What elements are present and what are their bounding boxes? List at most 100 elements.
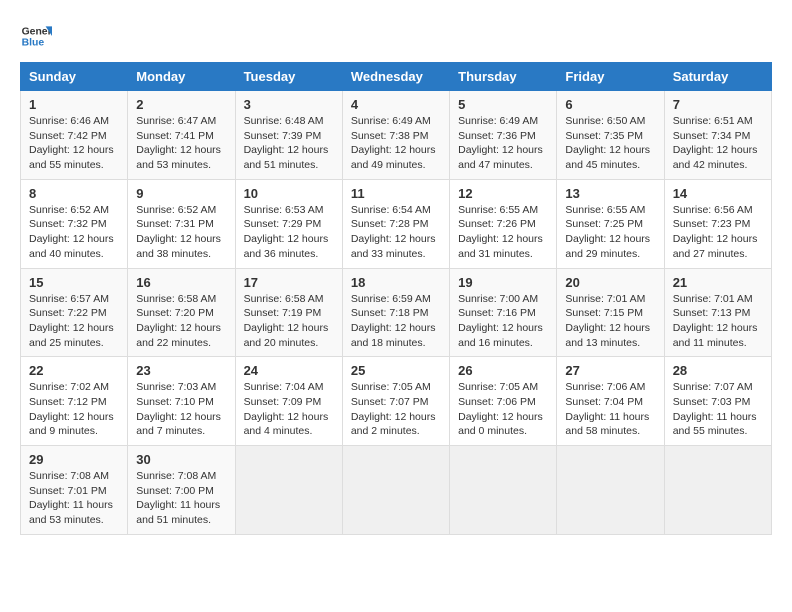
weekday-header: Thursday — [450, 63, 557, 91]
weekday-header: Wednesday — [342, 63, 449, 91]
day-number: 26 — [458, 363, 548, 378]
calendar-cell: 23 Sunrise: 7:03 AM Sunset: 7:10 PM Dayli… — [128, 357, 235, 446]
day-number: 10 — [244, 186, 334, 201]
day-info: Sunrise: 6:54 AM Sunset: 7:28 PM Dayligh… — [351, 203, 441, 262]
day-number: 13 — [565, 186, 655, 201]
weekday-header: Saturday — [664, 63, 771, 91]
day-info: Sunrise: 7:01 AM Sunset: 7:13 PM Dayligh… — [673, 292, 763, 351]
calendar-cell: 7 Sunrise: 6:51 AM Sunset: 7:34 PM Daylig… — [664, 91, 771, 180]
day-info: Sunrise: 7:03 AM Sunset: 7:10 PM Dayligh… — [136, 380, 226, 439]
day-number: 28 — [673, 363, 763, 378]
calendar-cell: 21 Sunrise: 7:01 AM Sunset: 7:13 PM Dayli… — [664, 268, 771, 357]
page-header: General Blue — [20, 20, 772, 52]
calendar-header: SundayMondayTuesdayWednesdayThursdayFrid… — [21, 63, 772, 91]
calendar-table: SundayMondayTuesdayWednesdayThursdayFrid… — [20, 62, 772, 535]
day-number: 25 — [351, 363, 441, 378]
day-info: Sunrise: 6:49 AM Sunset: 7:38 PM Dayligh… — [351, 114, 441, 173]
day-number: 11 — [351, 186, 441, 201]
day-number: 1 — [29, 97, 119, 112]
calendar-cell: 25Sunrise: 7:05 AM Sunset: 7:07 PM Dayli… — [342, 357, 449, 446]
day-info: Sunrise: 6:51 AM Sunset: 7:34 PM Dayligh… — [673, 114, 763, 173]
day-info: Sunrise: 7:08 AM Sunset: 7:00 PM Dayligh… — [136, 469, 226, 528]
day-number: 18 — [351, 275, 441, 290]
calendar-cell: 5Sunrise: 6:49 AM Sunset: 7:36 PM Daylig… — [450, 91, 557, 180]
day-info: Sunrise: 6:48 AM Sunset: 7:39 PM Dayligh… — [244, 114, 334, 173]
day-info: Sunrise: 7:07 AM Sunset: 7:03 PM Dayligh… — [673, 380, 763, 439]
calendar-cell: 27Sunrise: 7:06 AM Sunset: 7:04 PM Dayli… — [557, 357, 664, 446]
weekday-header: Monday — [128, 63, 235, 91]
day-number: 12 — [458, 186, 548, 201]
calendar-cell: 8 Sunrise: 6:52 AM Sunset: 7:32 PM Daylig… — [21, 179, 128, 268]
svg-text:Blue: Blue — [22, 38, 45, 49]
calendar-cell: 6Sunrise: 6:50 AM Sunset: 7:35 PM Daylig… — [557, 91, 664, 180]
calendar-cell — [235, 446, 342, 535]
day-info: Sunrise: 7:01 AM Sunset: 7:15 PM Dayligh… — [565, 292, 655, 351]
calendar-cell: 14 Sunrise: 6:56 AM Sunset: 7:23 PM Dayli… — [664, 179, 771, 268]
calendar-cell — [664, 446, 771, 535]
day-info: Sunrise: 6:58 AM Sunset: 7:20 PM Dayligh… — [136, 292, 226, 351]
day-number: 9 — [136, 186, 226, 201]
calendar-cell — [557, 446, 664, 535]
day-info: Sunrise: 6:55 AM Sunset: 7:26 PM Dayligh… — [458, 203, 548, 262]
logo: General Blue — [20, 20, 52, 52]
weekday-header: Tuesday — [235, 63, 342, 91]
logo-icon: General Blue — [20, 20, 52, 52]
calendar-cell: 4 Sunrise: 6:49 AM Sunset: 7:38 PM Daylig… — [342, 91, 449, 180]
calendar-cell: 15Sunrise: 6:57 AM Sunset: 7:22 PM Dayli… — [21, 268, 128, 357]
calendar-cell: 9 Sunrise: 6:52 AM Sunset: 7:31 PM Daylig… — [128, 179, 235, 268]
day-number: 24 — [244, 363, 334, 378]
calendar-cell: 10 Sunrise: 6:53 AM Sunset: 7:29 PM Dayli… — [235, 179, 342, 268]
day-info: Sunrise: 6:57 AM Sunset: 7:22 PM Dayligh… — [29, 292, 119, 351]
calendar-cell: 30 Sunrise: 7:08 AM Sunset: 7:00 PM Dayli… — [128, 446, 235, 535]
day-info: Sunrise: 6:55 AM Sunset: 7:25 PM Dayligh… — [565, 203, 655, 262]
calendar-week-row: 8 Sunrise: 6:52 AM Sunset: 7:32 PM Daylig… — [21, 179, 772, 268]
day-info: Sunrise: 6:59 AM Sunset: 7:18 PM Dayligh… — [351, 292, 441, 351]
calendar-body: 1 Sunrise: 6:46 AM Sunset: 7:42 PM Daylig… — [21, 91, 772, 535]
day-info: Sunrise: 6:46 AM Sunset: 7:42 PM Dayligh… — [29, 114, 119, 173]
day-number: 22 — [29, 363, 119, 378]
day-info: Sunrise: 6:56 AM Sunset: 7:23 PM Dayligh… — [673, 203, 763, 262]
day-number: 3 — [244, 97, 334, 112]
day-number: 16 — [136, 275, 226, 290]
calendar-cell: 11 Sunrise: 6:54 AM Sunset: 7:28 PM Dayli… — [342, 179, 449, 268]
day-number: 21 — [673, 275, 763, 290]
calendar-cell: 13 Sunrise: 6:55 AM Sunset: 7:25 PM Dayli… — [557, 179, 664, 268]
calendar-cell: 18 Sunrise: 6:59 AM Sunset: 7:18 PM Dayli… — [342, 268, 449, 357]
day-number: 30 — [136, 452, 226, 467]
day-number: 17 — [244, 275, 334, 290]
weekday-header: Sunday — [21, 63, 128, 91]
day-info: Sunrise: 7:05 AM Sunset: 7:06 PM Dayligh… — [458, 380, 548, 439]
day-number: 29 — [29, 452, 119, 467]
day-number: 6 — [565, 97, 655, 112]
day-info: Sunrise: 7:04 AM Sunset: 7:09 PM Dayligh… — [244, 380, 334, 439]
day-info: Sunrise: 6:52 AM Sunset: 7:31 PM Dayligh… — [136, 203, 226, 262]
day-number: 7 — [673, 97, 763, 112]
day-info: Sunrise: 6:47 AM Sunset: 7:41 PM Dayligh… — [136, 114, 226, 173]
day-info: Sunrise: 6:49 AM Sunset: 7:36 PM Dayligh… — [458, 114, 548, 173]
day-number: 4 — [351, 97, 441, 112]
day-info: Sunrise: 6:52 AM Sunset: 7:32 PM Dayligh… — [29, 203, 119, 262]
calendar-cell: 2 Sunrise: 6:47 AM Sunset: 7:41 PM Daylig… — [128, 91, 235, 180]
weekday-header: Friday — [557, 63, 664, 91]
day-info: Sunrise: 6:58 AM Sunset: 7:19 PM Dayligh… — [244, 292, 334, 351]
calendar-week-row: 29Sunrise: 7:08 AM Sunset: 7:01 PM Dayli… — [21, 446, 772, 535]
calendar-week-row: 15Sunrise: 6:57 AM Sunset: 7:22 PM Dayli… — [21, 268, 772, 357]
day-info: Sunrise: 7:02 AM Sunset: 7:12 PM Dayligh… — [29, 380, 119, 439]
day-number: 2 — [136, 97, 226, 112]
calendar-cell: 16 Sunrise: 6:58 AM Sunset: 7:20 PM Dayli… — [128, 268, 235, 357]
calendar-cell: 29Sunrise: 7:08 AM Sunset: 7:01 PM Dayli… — [21, 446, 128, 535]
day-number: 8 — [29, 186, 119, 201]
day-number: 20 — [565, 275, 655, 290]
day-number: 14 — [673, 186, 763, 201]
calendar-cell: 1 Sunrise: 6:46 AM Sunset: 7:42 PM Daylig… — [21, 91, 128, 180]
calendar-cell: 24 Sunrise: 7:04 AM Sunset: 7:09 PM Dayli… — [235, 357, 342, 446]
calendar-cell: 12 Sunrise: 6:55 AM Sunset: 7:26 PM Dayli… — [450, 179, 557, 268]
calendar-week-row: 1 Sunrise: 6:46 AM Sunset: 7:42 PM Daylig… — [21, 91, 772, 180]
calendar-cell: 26 Sunrise: 7:05 AM Sunset: 7:06 PM Dayli… — [450, 357, 557, 446]
day-number: 23 — [136, 363, 226, 378]
calendar-cell: 28 Sunrise: 7:07 AM Sunset: 7:03 PM Dayli… — [664, 357, 771, 446]
day-number: 19 — [458, 275, 548, 290]
day-info: Sunrise: 6:53 AM Sunset: 7:29 PM Dayligh… — [244, 203, 334, 262]
calendar-cell — [450, 446, 557, 535]
day-info: Sunrise: 7:06 AM Sunset: 7:04 PM Dayligh… — [565, 380, 655, 439]
